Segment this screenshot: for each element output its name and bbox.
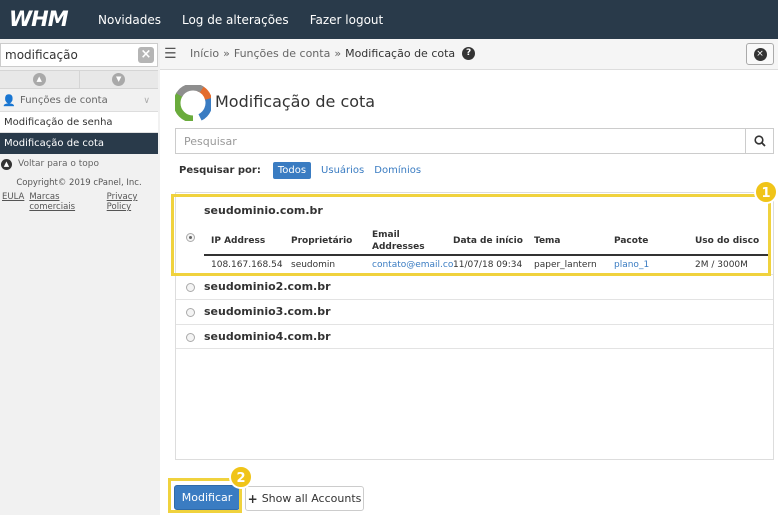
help-icon[interactable]: ? [462,47,476,60]
highlight-box-selected-account [171,194,771,276]
search-filter-row: Pesquisar por: Todos Usuários Domínios [179,162,421,179]
search-placeholder: Pesquisar [184,135,237,148]
expand-all-button[interactable]: ▼ [80,71,159,88]
sidebar: modificação × ▲ ▼ 👤 Funções de conta ∨ M… [0,39,160,515]
page-title: Modificação de cota [215,92,376,111]
arrow-up-icon: ▲ [1,158,12,170]
clear-search-icon[interactable]: × [138,47,154,63]
breadcrumb-bar: ☰ Início » Funções de conta » Modificaçã… [160,39,778,70]
privacy-policy-link[interactable]: Privacy Policy [107,192,160,212]
eula-link[interactable]: EULA [2,192,24,212]
back-to-top-label: Voltar para o topo [18,159,99,169]
list-item[interactable]: seudominio4.com.br [176,324,773,349]
trademarks-link[interactable]: Marcas comerciais [29,192,101,212]
back-to-top-link[interactable]: ▲ Voltar para o topo [0,156,158,172]
plus-icon: + [247,491,258,506]
sidebar-item-quota-modification[interactable]: Modificação de cota [0,133,158,154]
annotation-badge-2: 2 [229,465,253,489]
search-icon [753,135,766,147]
sidebar-search-value: modificação [5,48,78,62]
whm-logo[interactable]: WHM [9,7,69,31]
sidebar-group-label: Funções de conta [20,95,108,106]
breadcrumb-separator: » [223,47,230,60]
account-domain: seudominio3.com.br [204,305,331,318]
chevron-down-icon: ∨ [143,95,150,106]
filter-all[interactable]: Todos [272,162,312,179]
account-radio[interactable] [186,283,195,292]
breadcrumb-separator: » [334,47,342,60]
breadcrumb-section[interactable]: Funções de conta [234,47,331,60]
show-all-label: Show all Accounts [261,492,362,505]
sidebar-item-password-modification[interactable]: Modificação de senha [0,112,158,133]
filter-label: Pesquisar por: [179,165,261,176]
close-icon: × [753,47,767,61]
chevron-down-icon: ▼ [112,73,126,86]
filter-users[interactable]: Usuários [321,165,364,176]
legal-links: EULA Marcas comerciais Privacy Policy [2,192,160,212]
account-domain: seudominio4.com.br [204,330,331,343]
breadcrumb-current: Modificação de cota [345,47,456,60]
copyright-text: Copyright© 2019 cPanel, Inc. [16,178,142,188]
search-button[interactable] [745,128,774,154]
close-page-button[interactable]: × [746,43,774,65]
collapse-all-button[interactable]: ▲ [0,71,80,88]
user-icon: 👤 [2,94,16,107]
breadcrumb-home[interactable]: Início [190,47,219,60]
account-radio[interactable] [186,333,195,342]
account-domain: seudominio2.com.br [204,280,331,293]
nav-logout[interactable]: Fazer logout [310,13,384,27]
account-radio[interactable] [186,308,195,317]
top-bar: WHM Novidades Log de alterações Fazer lo… [0,0,778,39]
annotation-badge-1: 1 [754,180,778,204]
chevron-up-icon: ▲ [32,73,46,86]
sidebar-search-input[interactable]: modificação × [0,43,158,67]
list-item[interactable]: seudominio3.com.br [176,299,773,324]
nav-changelog[interactable]: Log de alterações [182,13,289,27]
top-nav: Novidades Log de alterações Fazer logout [98,0,383,39]
sidebar-collapse-controls: ▲ ▼ [0,70,158,89]
account-search-input[interactable]: Pesquisar [175,128,746,154]
nav-novidades[interactable]: Novidades [98,13,161,27]
sidebar-group-account-functions[interactable]: 👤 Funções de conta ∨ [0,90,158,112]
filter-domains[interactable]: Domínios [374,165,421,176]
breadcrumb: Início » Funções de conta » Modificação … [190,47,476,60]
list-item[interactable]: seudominio2.com.br [176,274,773,299]
quota-pie-icon [175,85,211,121]
show-all-accounts-button[interactable]: + Show all Accounts [245,486,364,511]
sidebar-toggle-icon[interactable]: ☰ [164,46,177,62]
